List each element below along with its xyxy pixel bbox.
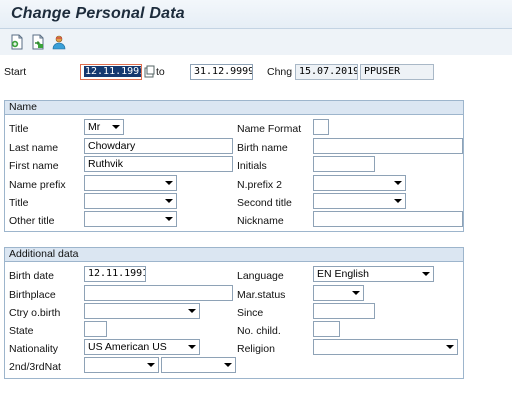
since-label: Since bbox=[237, 307, 264, 319]
nationality-label: Nationality bbox=[9, 343, 59, 355]
application-toolbar bbox=[0, 29, 512, 55]
second-nationality-label: 2nd/3rdNat bbox=[9, 361, 61, 373]
changed-on-field: 15.07.2019 bbox=[295, 64, 358, 80]
language-label: Language bbox=[237, 270, 284, 282]
title-label: Title bbox=[9, 123, 29, 135]
first-name-label: First name bbox=[9, 160, 59, 172]
chevron-down-icon bbox=[165, 217, 173, 221]
title-select[interactable]: Mr bbox=[84, 119, 124, 135]
changed-by-field: PPUSER bbox=[360, 64, 434, 80]
chevron-down-icon bbox=[112, 125, 120, 129]
nationality-select[interactable]: US American US bbox=[84, 339, 200, 355]
start-date-value: 12.11.1991 bbox=[84, 66, 141, 77]
title-select-value: Mr bbox=[88, 121, 101, 133]
end-date-field[interactable]: 31.12.9999 bbox=[190, 64, 253, 80]
title-bar: Change Personal Data bbox=[0, 0, 512, 29]
calendar-icon[interactable] bbox=[144, 65, 155, 78]
last-name-field[interactable]: Chowdary bbox=[84, 138, 233, 154]
language-select[interactable]: EN English bbox=[313, 266, 434, 282]
copy-entry-icon[interactable] bbox=[30, 34, 46, 50]
nprefix2-select[interactable] bbox=[313, 175, 406, 191]
chevron-down-icon bbox=[394, 199, 402, 203]
new-entry-icon[interactable] bbox=[9, 34, 25, 50]
name-format-field[interactable] bbox=[313, 119, 329, 135]
country-of-birth-label: Ctry o.birth bbox=[9, 307, 61, 319]
chevron-down-icon bbox=[224, 363, 232, 367]
to-label: to bbox=[156, 66, 165, 78]
religion-label: Religion bbox=[237, 343, 275, 355]
marital-status-select[interactable] bbox=[313, 285, 364, 301]
chevron-down-icon bbox=[147, 363, 155, 367]
chevron-down-icon bbox=[394, 181, 402, 185]
chevron-down-icon bbox=[188, 309, 196, 313]
marital-status-label: Mar.status bbox=[237, 289, 286, 301]
birthplace-label: Birthplace bbox=[9, 289, 56, 301]
nickname-field[interactable] bbox=[313, 211, 463, 227]
start-label: Start bbox=[4, 66, 27, 78]
chevron-down-icon bbox=[422, 272, 430, 276]
chevron-down-icon bbox=[165, 181, 173, 185]
country-of-birth-select[interactable] bbox=[84, 303, 200, 319]
second-nationality-select[interactable] bbox=[84, 357, 159, 373]
third-nationality-select[interactable] bbox=[161, 357, 236, 373]
state-field[interactable] bbox=[84, 321, 107, 337]
second-title-label: Second title bbox=[237, 197, 292, 209]
since-field[interactable] bbox=[313, 303, 375, 319]
chevron-down-icon bbox=[188, 345, 196, 349]
last-name-label: Last name bbox=[9, 142, 59, 154]
birth-name-label: Birth name bbox=[237, 142, 288, 154]
name-prefix-select[interactable] bbox=[84, 175, 177, 191]
number-children-label: No. child. bbox=[237, 325, 281, 337]
birth-name-field[interactable] bbox=[313, 138, 463, 154]
first-name-field[interactable]: Ruthvik bbox=[84, 156, 233, 172]
name-format-label: Name Format bbox=[237, 123, 302, 135]
name-prefix-label: Name prefix bbox=[9, 179, 66, 191]
other-title-label: Other title bbox=[9, 215, 55, 227]
academic-title-select[interactable] bbox=[84, 193, 177, 209]
religion-select[interactable] bbox=[313, 339, 458, 355]
language-select-value: EN English bbox=[317, 268, 369, 280]
state-label: State bbox=[9, 325, 34, 337]
birth-date-label: Birth date bbox=[9, 270, 54, 282]
chevron-down-icon bbox=[446, 345, 454, 349]
page-title: Change Personal Data bbox=[11, 5, 185, 22]
second-title-select[interactable] bbox=[313, 193, 406, 209]
additional-data-heading: Additional data bbox=[5, 248, 463, 262]
number-children-field[interactable] bbox=[313, 321, 340, 337]
nprefix2-label: N.prefix 2 bbox=[237, 179, 282, 191]
initials-label: Initials bbox=[237, 160, 267, 172]
nickname-label: Nickname bbox=[237, 215, 284, 227]
chng-label: Chng bbox=[267, 66, 293, 78]
start-date-field[interactable]: 12.11.1991 bbox=[80, 64, 142, 80]
name-group-heading: Name bbox=[5, 101, 463, 115]
chevron-down-icon bbox=[352, 291, 360, 295]
other-title-select[interactable] bbox=[84, 211, 177, 227]
person-overview-icon[interactable] bbox=[51, 34, 67, 50]
birthplace-field[interactable] bbox=[84, 285, 233, 301]
chevron-down-icon bbox=[165, 199, 173, 203]
initials-field[interactable] bbox=[313, 156, 375, 172]
birth-date-field[interactable]: 12.11.1991 bbox=[84, 266, 146, 282]
nationality-select-value: US American US bbox=[88, 341, 167, 353]
title2-label: Title bbox=[9, 197, 29, 209]
